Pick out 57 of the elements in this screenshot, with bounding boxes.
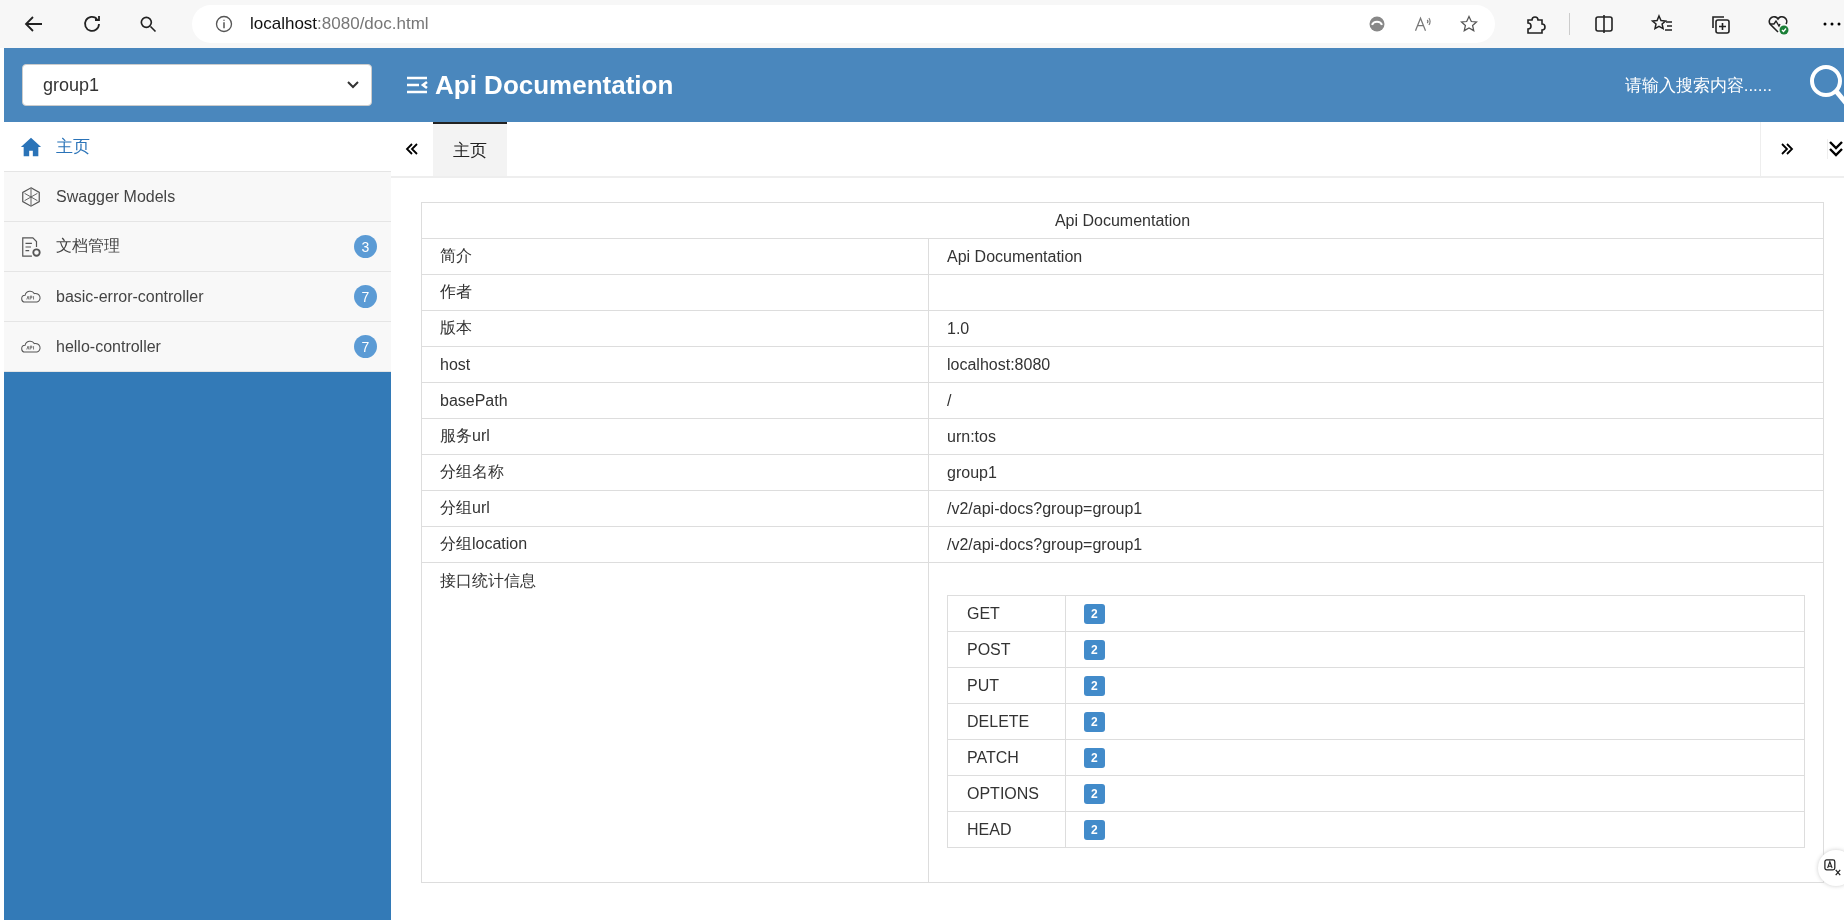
table-cell: 1.0: [947, 319, 970, 338]
table-cell: POST: [948, 632, 1066, 667]
table-cell: GET: [948, 596, 1066, 631]
table-title: Api Documentation: [422, 203, 1823, 239]
table-cell: PATCH: [948, 740, 1066, 775]
table-cell: basePath: [422, 383, 929, 418]
table-cell: /: [947, 391, 952, 410]
count-badge: 2: [1084, 675, 1105, 696]
search-field[interactable]: 请输入搜索内容......: [1624, 73, 1772, 97]
double-chevron-right-icon: [1780, 142, 1794, 156]
cube-icon: [20, 185, 42, 208]
table-cell-text: 接口统计信息: [440, 571, 536, 591]
address-bar[interactable]: localhost:8080/doc.html: [192, 5, 1496, 43]
table-cell: 作者: [422, 275, 929, 310]
table-cell: /v2/api-docs?group=group1: [947, 499, 1143, 518]
table-cell: group1: [947, 463, 997, 482]
table-cell: DELETE: [948, 704, 1066, 739]
star-icon[interactable]: [1459, 14, 1480, 34]
table-cell: 版本: [422, 311, 929, 346]
table-cell: 分组location: [422, 527, 929, 562]
table-cell: host: [422, 347, 929, 382]
read-aloud-icon[interactable]: [1413, 14, 1434, 34]
count-badge: 2: [1084, 711, 1105, 732]
chevron-down-icon[interactable]: [1827, 139, 1844, 159]
table-cell: 简介: [422, 239, 929, 274]
table-cell: Api Documentation: [947, 247, 1083, 266]
table-cell: /v2/api-docs?group=group1: [947, 535, 1143, 554]
caret-icon: [347, 81, 359, 89]
table-cell: localhost:8080: [947, 355, 1051, 374]
table-cell: 分组名称: [422, 455, 929, 490]
table-cell: urn:tos: [947, 427, 996, 446]
table-cell: 分组url: [422, 491, 929, 526]
table-cell: PUT: [948, 668, 1066, 703]
search-icon[interactable]: [138, 14, 158, 34]
count-badge: 2: [1084, 603, 1105, 624]
translate-button[interactable]: [1818, 850, 1844, 886]
table-cell: 服务url: [422, 419, 929, 454]
count-badge: 2: [1084, 747, 1105, 768]
count-badge: 2: [1084, 819, 1105, 840]
count-badge: 2: [1084, 639, 1105, 660]
tab[interactable]: 主页: [433, 122, 507, 176]
split-screen-icon[interactable]: [1592, 12, 1616, 36]
count-badge: 3: [354, 235, 377, 258]
double-chevron-left-icon: [405, 142, 419, 156]
table-cell: HEAD: [948, 812, 1066, 847]
sidebar-item[interactable]: 主页: [4, 122, 391, 172]
document-gear-icon: [20, 235, 42, 258]
url-text: localhost:8080/doc.html: [250, 14, 429, 34]
count-badge: 2: [1084, 783, 1105, 804]
count-badge: 7: [354, 285, 377, 308]
group-select[interactable]: group1: [22, 64, 372, 106]
info-icon[interactable]: [214, 14, 234, 34]
count-badge: 7: [354, 335, 377, 358]
home-icon: [20, 135, 42, 158]
translate-icon: [1824, 859, 1842, 877]
table-cell: OPTIONS: [948, 776, 1066, 811]
app-title: Api Documentation: [435, 69, 674, 101]
